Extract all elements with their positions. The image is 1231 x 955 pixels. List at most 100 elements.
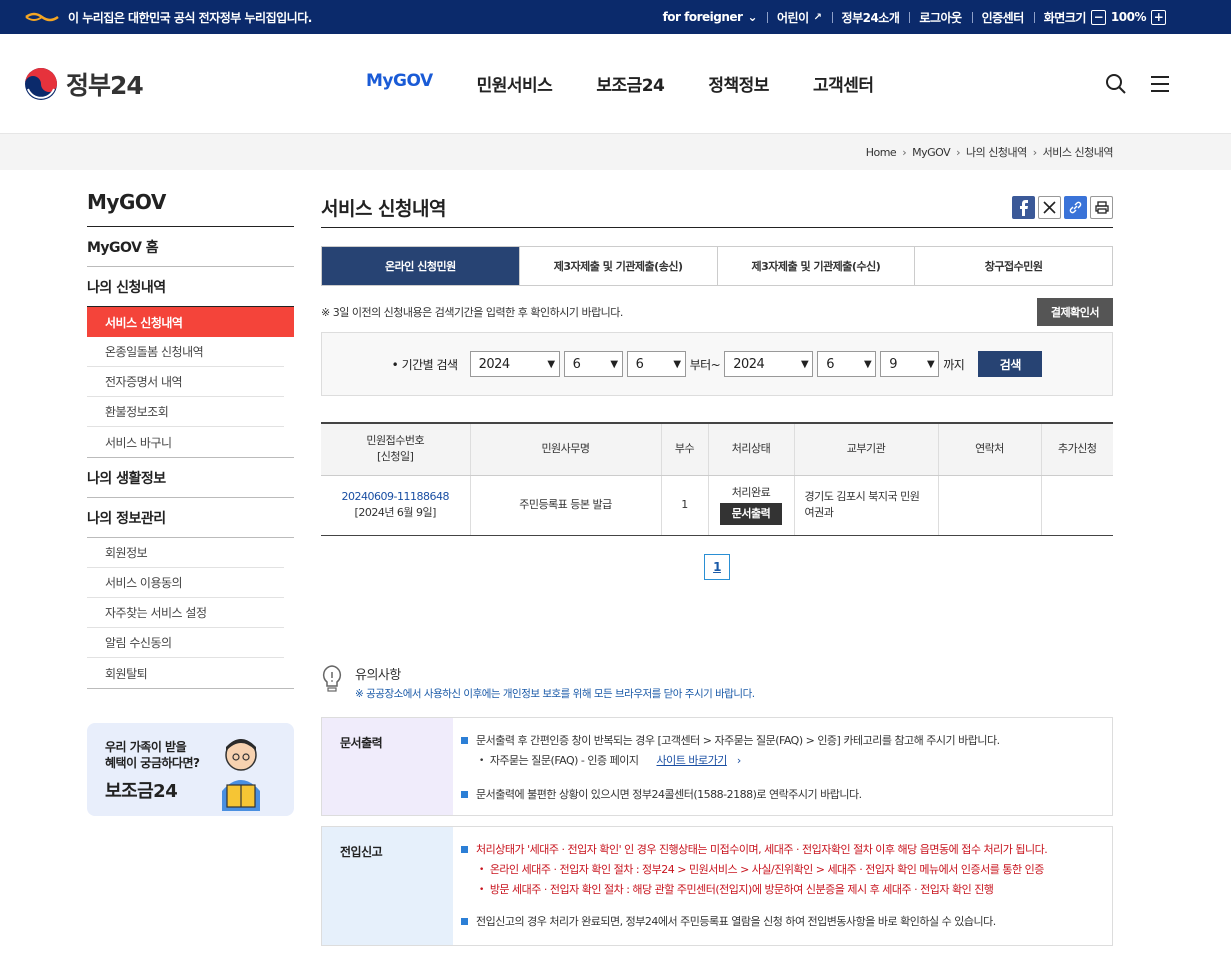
egov-logo-icon xyxy=(24,10,60,24)
print-document-button[interactable]: 문서출력 xyxy=(719,503,783,525)
zoom-out-button[interactable]: − xyxy=(1090,9,1106,25)
caution-section: 유의사항 ※ 공공장소에서 사용하신 이후에는 개인정보 보호를 위해 모든 브… xyxy=(321,664,755,701)
chevron-right-icon: › xyxy=(736,754,741,767)
lnb-withdraw[interactable]: 회원탈퇴 xyxy=(87,658,284,688)
receipt-number-link[interactable]: 20240609-11188648 xyxy=(342,490,450,503)
tab-third-party-receive[interactable]: 제3자제출 및 기관제출(수신) xyxy=(716,247,915,285)
copies: 1 xyxy=(660,475,708,536)
faq-site-link[interactable]: 사이트 바로가기 xyxy=(656,752,727,770)
lnb-refund[interactable]: 환불정보조회 xyxy=(87,397,284,427)
auth-center-link[interactable]: 인증센터 xyxy=(971,9,1034,26)
lightbulb-icon xyxy=(322,665,342,692)
from-year-select[interactable]: 2024 ▼ xyxy=(469,351,560,377)
main-content: 서비스 신청내역 온라인 신청민원 제3자제출 및 기관제출(송신) 제3자제출… xyxy=(321,188,1113,580)
page-1[interactable]: 1 xyxy=(704,553,730,580)
tab-third-party-send[interactable]: 제3자제출 및 기관제출(송신) xyxy=(518,247,717,285)
lnb-service-history[interactable]: 서비스 신청내역 xyxy=(87,307,294,337)
dot-icon: • xyxy=(479,756,484,766)
lnb-service-basket[interactable]: 서비스 바구니 xyxy=(87,427,284,457)
info-move-in: 전입신고 처리상태가 '세대주 · 전입자 확인' 인 경우 진행상태는 미접수… xyxy=(321,826,1113,946)
issuing-agency: 경기도 김포시 북지국 민원여권과 xyxy=(793,475,938,536)
tab-counter[interactable]: 창구접수민원 xyxy=(914,247,1112,285)
gnb-policy[interactable]: 정책정보 xyxy=(708,71,769,96)
zoom-control: 화면크기 − 100% + xyxy=(1033,9,1176,26)
gnb-civil-service[interactable]: 민원서비스 xyxy=(477,71,553,96)
subsidy-banner[interactable]: 우리 가족이 받을 혜택이 궁금하다면? 보조금24 xyxy=(87,723,294,816)
contact xyxy=(937,475,1041,536)
x-icon xyxy=(1043,201,1056,214)
service-name: 주민등록표 등본 발급 xyxy=(469,475,661,536)
menu-icon[interactable] xyxy=(1149,73,1171,95)
external-link-icon: ↗ xyxy=(813,11,822,23)
lnb-group-life[interactable]: 나의 생활정보 xyxy=(87,458,294,498)
breadcrumb-mygov[interactable]: MyGOV xyxy=(912,146,951,159)
kids-link[interactable]: 어린이 ↗ xyxy=(767,9,832,26)
col-copies: 부수 xyxy=(660,422,708,476)
logout-link[interactable]: 로그아웃 xyxy=(909,9,971,26)
col-status: 처리상태 xyxy=(707,422,794,476)
chevron-right-icon: › xyxy=(902,145,907,159)
share-tools xyxy=(1012,196,1113,219)
link-icon xyxy=(1069,201,1082,214)
info-print-b2: 문서출력에 불편한 상황이 있으시면 정부24콜센터(1588-2188)로 연… xyxy=(476,788,862,801)
bullet-icon xyxy=(461,846,468,853)
lnb-mygov-home[interactable]: MyGOV 홈 xyxy=(87,227,294,267)
to-month-select[interactable]: 6 ▼ xyxy=(817,351,877,377)
col-agency: 교부기관 xyxy=(793,422,938,476)
from-day-select[interactable]: 6 ▼ xyxy=(626,351,686,377)
chevron-down-icon: ▼ xyxy=(801,358,809,370)
zoom-in-button[interactable]: + xyxy=(1151,9,1166,25)
to-year-select[interactable]: 2024 ▼ xyxy=(724,351,814,377)
left-nav: MyGOV MyGOV 홈 나의 신청내역 서비스 신청내역 온종일돌봄 신청내… xyxy=(87,190,294,816)
breadcrumb-history[interactable]: 나의 신청내역 xyxy=(966,144,1027,160)
copy-link-button[interactable] xyxy=(1064,196,1087,219)
lnb-consent[interactable]: 서비스 이용동의 xyxy=(87,568,284,598)
apply-date: [2024년 6월 9일] xyxy=(354,506,437,519)
site-logo[interactable]: 정부24 xyxy=(24,66,144,102)
tab-online[interactable]: 온라인 신청민원 xyxy=(322,247,519,285)
to-suffix: 까지 xyxy=(943,357,965,372)
chevron-down-icon: ⌄ xyxy=(747,10,758,24)
chevron-down-icon: ▼ xyxy=(927,358,935,370)
about-link[interactable]: 정부24소개 xyxy=(831,9,910,26)
chevron-right-icon: › xyxy=(1032,145,1037,159)
from-month-select[interactable]: 6 ▼ xyxy=(563,351,623,377)
lnb-group-info[interactable]: 나의 정보관리 xyxy=(87,498,294,538)
lnb-e-certificate[interactable]: 전자증명서 내역 xyxy=(87,367,284,397)
table-row: 20240609-11188648 [2024년 6월 9일] 주민등록표 등본 … xyxy=(321,475,1113,536)
breadcrumb-home[interactable]: Home xyxy=(866,146,897,159)
print-icon xyxy=(1094,201,1109,214)
pagination: 1 xyxy=(321,553,1113,580)
col-extra: 추가신청 xyxy=(1040,422,1113,476)
info-move-b2: 전입신고의 경우 처리가 완료되면, 정부24에서 주민등록표 열람을 신청 하… xyxy=(476,915,996,928)
x-share-button[interactable] xyxy=(1038,196,1061,219)
print-button[interactable] xyxy=(1090,196,1113,219)
chevron-down-icon: ▼ xyxy=(864,358,872,370)
gnb-mygov[interactable]: MyGOV xyxy=(366,71,433,96)
for-foreigner-link[interactable]: for foreigner ⌄ xyxy=(653,10,767,24)
taegeuk-logo-icon xyxy=(25,67,57,100)
to-day-select[interactable]: 9 ▼ xyxy=(880,351,940,377)
col-name: 민원사무명 xyxy=(469,422,661,476)
logo-text: 정부24 xyxy=(66,70,144,100)
info-move-sub2: 방문 세대주 · 전입자 확인 절차 : 해당 관할 주민센터(전입지)에 방문… xyxy=(489,883,994,896)
facebook-share-button[interactable] xyxy=(1012,196,1035,219)
lnb-group-history[interactable]: 나의 신청내역 xyxy=(87,267,294,307)
lnb-notification[interactable]: 알림 수신동의 xyxy=(87,628,284,658)
lnb-member-info[interactable]: 회원정보 xyxy=(87,538,284,568)
search-button[interactable]: 검색 xyxy=(978,351,1043,377)
search-icon[interactable] xyxy=(1105,73,1127,95)
gnb-subsidy[interactable]: 보조금24 xyxy=(596,71,665,96)
lnb-allday-care[interactable]: 온종일돌봄 신청내역 xyxy=(87,337,284,367)
period-search-label: • 기간별 검색 xyxy=(391,357,458,372)
breadcrumb: Home › MyGOV › 나의 신청내역 › 서비스 신청내역 xyxy=(0,134,1231,170)
payment-confirm-button[interactable]: 결제확인서 xyxy=(1036,298,1113,326)
search-notice: ※ 3일 이전의 신청내용은 검색기간을 입력한 후 확인하시기 바랍니다. xyxy=(321,306,623,319)
info-move-in-head: 전입신고 xyxy=(322,827,453,945)
info-print-sub1: 자주묻는 질문(FAQ) - 인증 페이지 xyxy=(489,754,639,767)
chevron-right-icon: › xyxy=(956,145,961,159)
chevron-down-icon: ▼ xyxy=(610,358,618,370)
caution-title: 유의사항 xyxy=(355,668,401,683)
lnb-favorites[interactable]: 자주찾는 서비스 설정 xyxy=(87,598,284,628)
gnb-customer-center[interactable]: 고객센터 xyxy=(813,71,874,96)
